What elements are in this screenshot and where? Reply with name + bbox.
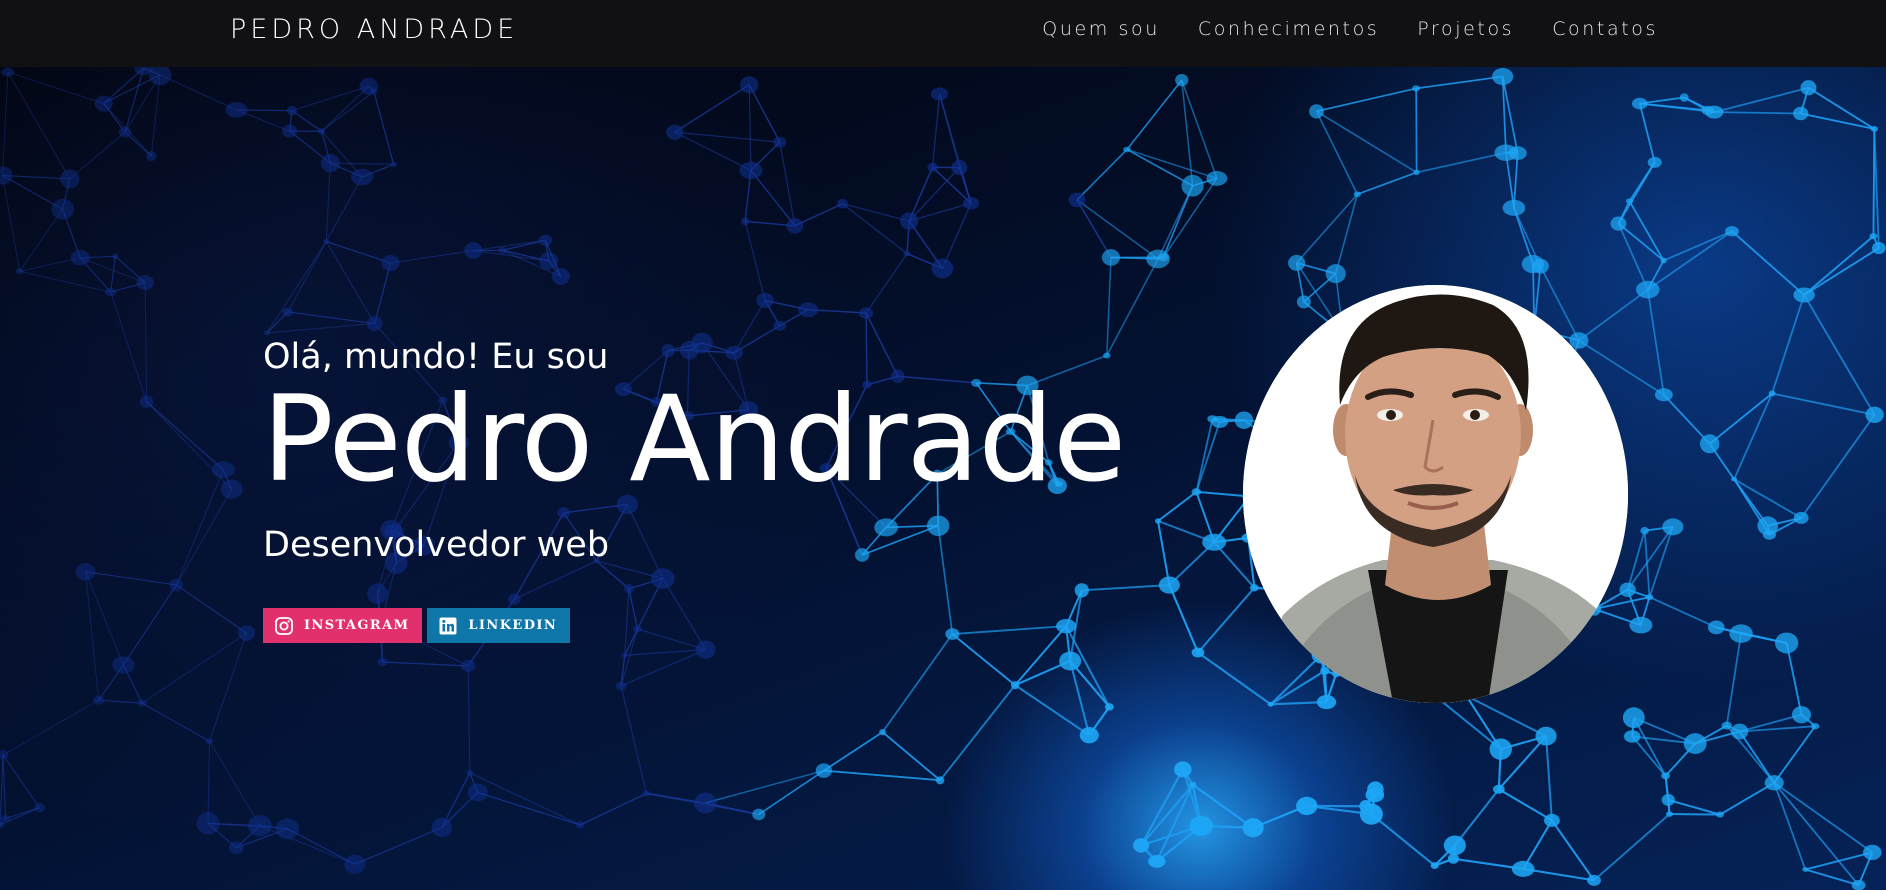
nav-links: Quem sou Conhecimentos Projetos Contatos	[1004, 18, 1658, 40]
instagram-button[interactable]: INSTAGRAM	[263, 608, 423, 643]
hero-name: Pedro Andrade	[262, 371, 1126, 509]
instagram-label: INSTAGRAM	[304, 618, 410, 633]
nav-link-conhecimentos[interactable]: Conhecimentos	[1198, 18, 1379, 40]
nav-link-quem-sou[interactable]: Quem sou	[1042, 18, 1160, 40]
instagram-icon	[274, 616, 294, 636]
linkedin-button[interactable]: LINKEDIN	[427, 608, 571, 643]
hero-role: Desenvolvedor web	[263, 525, 610, 565]
hero-section: Olá, mundo! Eu sou Pedro Andrade Desenvo…	[0, 67, 1886, 890]
nav-link-contatos[interactable]: Contatos	[1552, 18, 1658, 40]
top-navbar: PEDRO ANDRADE Quem sou Conhecimentos Pro…	[0, 0, 1886, 67]
linkedin-icon	[438, 616, 458, 636]
profile-portrait-illustration	[1243, 285, 1628, 703]
social-buttons: INSTAGRAM LINKEDIN	[263, 608, 571, 643]
nav-link-projetos[interactable]: Projetos	[1417, 18, 1514, 40]
profile-photo	[1243, 285, 1628, 703]
brand-logo[interactable]: PEDRO ANDRADE	[230, 14, 518, 45]
linkedin-label: LINKEDIN	[468, 618, 558, 633]
